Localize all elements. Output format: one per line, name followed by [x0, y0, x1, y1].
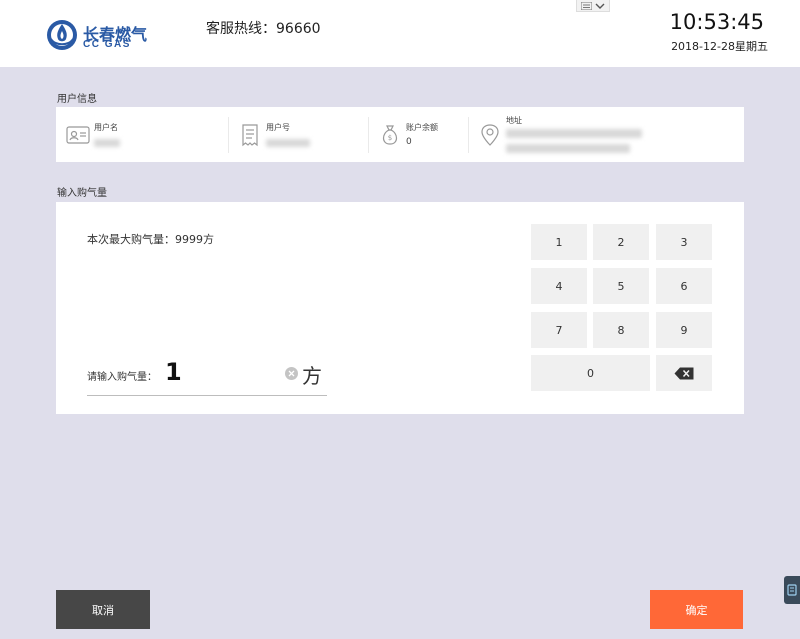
keyboard-icon — [581, 1, 592, 10]
header-bar: 长春燃气 CC GAS 客服热线：96660 10:53:45 2018-12-… — [0, 0, 800, 67]
redacted-address-line1 — [506, 129, 642, 138]
location-pin-icon — [481, 124, 499, 146]
purchase-title: 输入购气量 — [57, 188, 107, 199]
keypad-key-1[interactable]: 1 — [531, 224, 587, 260]
service-hotline: 客服热线：96660 — [206, 21, 321, 37]
max-purchase-text: 本次最大购气量：9999方 — [87, 233, 214, 246]
svg-text:$: $ — [388, 134, 392, 142]
keypad-key-5[interactable]: 5 — [593, 268, 649, 304]
chevron-down-icon — [595, 3, 605, 9]
clear-input-button[interactable] — [285, 367, 298, 380]
gas-unit-label: 方 — [302, 364, 322, 388]
panel-icon — [787, 584, 797, 596]
keypad-key-3[interactable]: 3 — [656, 224, 712, 260]
user-number-label: 用户号 — [266, 123, 290, 132]
balance-item: $ 账户余额 0 — [368, 107, 468, 162]
user-name-label: 用户名 — [94, 123, 118, 132]
redacted-user-name — [94, 139, 120, 147]
confirm-button[interactable]: 确定 — [650, 590, 743, 629]
flame-logo-icon — [47, 20, 77, 50]
keypad-key-4[interactable]: 4 — [531, 268, 587, 304]
logo-text-en: CC GAS — [83, 39, 131, 50]
balance-value: 0 — [406, 137, 412, 147]
clock-date: 2018-12-28星期五 — [671, 40, 768, 53]
company-logo: 长春燃气 CC GAS — [46, 18, 156, 56]
close-icon — [288, 370, 295, 377]
purchase-card: 本次最大购气量：9999方 请输入购气量： 1 方 1 2 3 4 5 6 7 … — [56, 202, 744, 414]
keypad-key-2[interactable]: 2 — [593, 224, 649, 260]
keypad-backspace-button[interactable] — [656, 355, 712, 391]
keypad-key-7[interactable]: 7 — [531, 312, 587, 348]
keyboard-toggle[interactable] — [576, 0, 610, 12]
user-info-card: 用户名 用户号 $ 账户余额 0 地址 — [56, 107, 744, 162]
balance-label: 账户余额 — [406, 123, 438, 132]
address-label: 地址 — [506, 116, 522, 125]
cancel-button[interactable]: 取消 — [56, 590, 150, 629]
keypad-key-8[interactable]: 8 — [593, 312, 649, 348]
user-info-title: 用户信息 — [57, 94, 97, 105]
redacted-address-line2 — [506, 144, 630, 153]
gas-amount-label: 请输入购气量： — [87, 372, 157, 383]
redacted-user-number — [266, 139, 310, 147]
side-panel-tab[interactable] — [784, 576, 800, 604]
id-card-icon — [66, 126, 90, 144]
clock-time: 10:53:45 — [669, 10, 764, 34]
user-number-item: 用户号 — [228, 107, 368, 162]
gas-amount-field[interactable]: 请输入购气量： 1 方 — [87, 354, 327, 396]
keypad-key-9[interactable]: 9 — [656, 312, 712, 348]
keypad-key-0[interactable]: 0 — [531, 355, 650, 391]
money-bag-icon: $ — [382, 125, 398, 145]
user-name-item: 用户名 — [56, 107, 226, 162]
keypad-key-6[interactable]: 6 — [656, 268, 712, 304]
address-item: 地址 — [468, 107, 744, 162]
gas-amount-input[interactable]: 1 — [165, 358, 182, 386]
receipt-icon — [242, 124, 258, 147]
backspace-icon — [674, 367, 694, 379]
